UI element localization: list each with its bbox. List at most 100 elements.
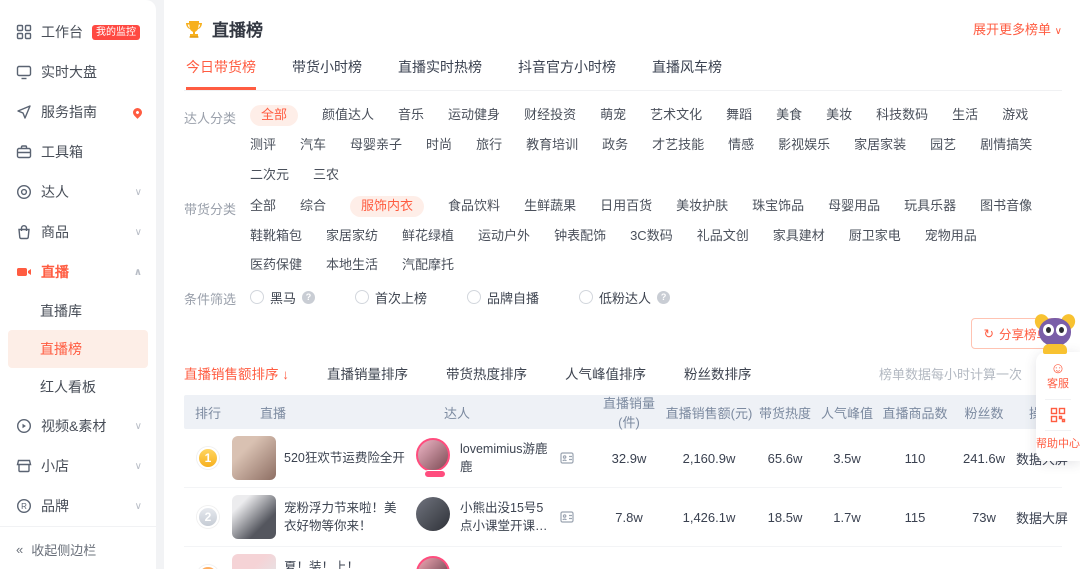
live-title[interactable]: 宠粉浮力节来啦！美衣好物等你来！	[284, 499, 406, 535]
profile-card-icon[interactable]	[560, 451, 574, 465]
filter-option[interactable]: 宠物用品	[925, 226, 977, 247]
checkbox[interactable]	[467, 290, 482, 305]
sidebar-subitem-live-library[interactable]: 直播库	[0, 292, 156, 330]
filter-option[interactable]: 生鲜蔬果	[524, 196, 576, 217]
filter-option[interactable]: 萌宠	[600, 105, 626, 126]
condition-dark-horse[interactable]: 黑马 ?	[250, 286, 316, 308]
daren-avatar[interactable]	[416, 556, 454, 569]
filter-option[interactable]: 美食	[776, 105, 802, 126]
checkbox[interactable]	[250, 290, 264, 305]
filter-option[interactable]: 汽配摩托	[402, 255, 454, 276]
profile-card-icon[interactable]	[560, 510, 574, 524]
filter-option[interactable]: 才艺技能	[652, 135, 704, 156]
filter-option[interactable]: 医药保健	[250, 255, 302, 276]
filter-option[interactable]: 食品饮料	[448, 196, 500, 217]
filter-option[interactable]: 测评	[250, 135, 276, 156]
filter-option[interactable]: 艺术文化	[650, 105, 702, 126]
filter-option[interactable]: 服饰内衣	[350, 195, 425, 217]
sort-by-sales-amount[interactable]: 直播销售额排序 ↓	[184, 363, 289, 383]
sidebar-subitem-influencer-board[interactable]: 红人看板	[0, 368, 156, 406]
sidebar-item-realtime[interactable]: 实时大盘	[0, 52, 156, 92]
filter-option[interactable]: 全部	[250, 105, 299, 126]
tab-hourly-sales[interactable]: 带货小时榜	[292, 57, 362, 90]
filter-option[interactable]: 全部	[250, 196, 276, 217]
tab-live-realtime-hot[interactable]: 直播实时热榜	[398, 57, 482, 90]
sort-by-peak-popularity[interactable]: 人气峰值排序	[565, 363, 646, 383]
filter-option[interactable]: 本地生活	[326, 255, 378, 276]
filter-option[interactable]: 汽车	[300, 135, 326, 156]
filter-option[interactable]: 运动健身	[448, 105, 500, 126]
sidebar-item-video[interactable]: 视频&素材 ∨	[0, 406, 156, 446]
filter-option[interactable]: 音乐	[398, 105, 424, 126]
filter-option[interactable]: 教育培训	[526, 135, 578, 156]
filter-option[interactable]: 园艺	[930, 135, 956, 156]
filter-option[interactable]: 科技数码	[876, 105, 928, 126]
tab-douyin-official-hourly[interactable]: 抖音官方小时榜	[518, 57, 616, 90]
filter-option[interactable]: 日用百货	[600, 196, 652, 217]
sidebar-item-brand[interactable]: R 品牌 ∨	[0, 486, 156, 526]
filter-option[interactable]: 颜值达人	[322, 105, 374, 126]
filter-option[interactable]: 厨卫家电	[849, 226, 901, 247]
daren-avatar[interactable]	[416, 438, 454, 479]
filter-option[interactable]: 美妆护肤	[676, 196, 728, 217]
filter-option[interactable]: 综合	[300, 196, 326, 217]
sidebar-item-workbench[interactable]: 工作台 我的监控	[0, 12, 156, 52]
filter-option[interactable]: 舞蹈	[726, 105, 752, 126]
help-center-button[interactable]: 帮助中心	[1036, 438, 1080, 452]
filter-option[interactable]: 影视娱乐	[778, 135, 830, 156]
help-icon[interactable]: ?	[657, 290, 671, 304]
collapse-sidebar-button[interactable]: « 收起侧边栏	[0, 526, 156, 569]
filter-option[interactable]: 家居家装	[854, 135, 906, 156]
filter-option[interactable]: 母婴亲子	[350, 135, 402, 156]
filter-option[interactable]: 鞋靴箱包	[250, 226, 302, 247]
live-title[interactable]: 520狂欢节运费险全开	[284, 449, 406, 467]
daren-avatar[interactable]	[416, 497, 454, 537]
sidebar-item-goods[interactable]: 商品 ∨	[0, 212, 156, 252]
qr-code-button[interactable]	[1050, 407, 1066, 423]
condition-low-fans-daren[interactable]: 低粉达人 ?	[579, 286, 671, 308]
sidebar-item-guide[interactable]: 服务指南	[0, 92, 156, 132]
checkbox[interactable]	[355, 290, 370, 305]
filter-option[interactable]: 钟表配饰	[554, 226, 606, 247]
live-cover[interactable]	[232, 495, 276, 540]
sidebar-item-daren[interactable]: 达人 ∨	[0, 172, 156, 212]
filter-option[interactable]: 美妆	[826, 105, 852, 126]
sidebar-item-toolbox[interactable]: 工具箱	[0, 132, 156, 172]
filter-option[interactable]: 珠宝饰品	[752, 196, 804, 217]
data-screen-link[interactable]: 数据大屏	[1016, 508, 1068, 527]
live-title[interactable]: 夏！装！上！新！！！	[284, 558, 406, 569]
tab-today-sales[interactable]: 今日带货榜	[186, 57, 256, 90]
help-icon[interactable]: ?	[302, 290, 316, 304]
expand-more-rankings-link[interactable]: 展开更多榜单 ∨	[973, 19, 1062, 38]
filter-option[interactable]: 政务	[602, 135, 628, 156]
sort-by-sales-count[interactable]: 直播销量排序	[327, 363, 408, 383]
filter-option[interactable]: 母婴用品	[828, 196, 880, 217]
filter-option[interactable]: 三农	[313, 165, 339, 186]
sidebar-item-live[interactable]: 直播 ∧	[0, 252, 156, 292]
filter-option[interactable]: 玩具乐器	[904, 196, 956, 217]
customer-service-button[interactable]: ☺ 客服	[1047, 361, 1069, 392]
tab-live-windmill[interactable]: 直播风车榜	[652, 57, 722, 90]
condition-brand-selfcast[interactable]: 品牌自播	[467, 286, 539, 308]
sort-by-fans[interactable]: 粉丝数排序	[684, 363, 752, 383]
filter-option[interactable]: 时尚	[426, 135, 452, 156]
filter-option[interactable]: 生活	[952, 105, 978, 126]
live-cover[interactable]	[232, 554, 276, 569]
filter-option[interactable]: 运动户外	[478, 226, 530, 247]
live-cover[interactable]	[232, 436, 276, 481]
filter-option[interactable]: 礼品文创	[697, 226, 749, 247]
filter-option[interactable]: 剧情搞笑	[980, 135, 1032, 156]
filter-option[interactable]: 图书音像	[980, 196, 1032, 217]
filter-option[interactable]: 二次元	[250, 165, 289, 186]
filter-option[interactable]: 旅行	[476, 135, 502, 156]
sidebar-item-shop[interactable]: 小店 ∨	[0, 446, 156, 486]
filter-option[interactable]: 家具建材	[773, 226, 825, 247]
filter-option[interactable]: 3C数码	[630, 226, 673, 247]
filter-option[interactable]: 家居家纺	[326, 226, 378, 247]
sort-by-heat[interactable]: 带货热度排序	[446, 363, 527, 383]
filter-option[interactable]: 鲜花绿植	[402, 226, 454, 247]
mascot[interactable]	[1032, 312, 1078, 354]
sidebar-subitem-live-ranking[interactable]: 直播榜	[8, 330, 148, 368]
daren-name[interactable]: 小熊出没15号5点小课堂开课啦～	[460, 499, 554, 535]
filter-option[interactable]: 财经投资	[524, 105, 576, 126]
